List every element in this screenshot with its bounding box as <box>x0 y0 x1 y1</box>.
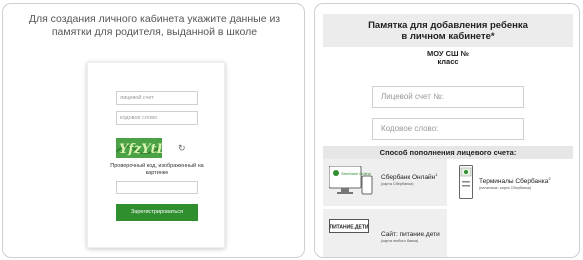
payment-methods: Sberbank Online Сбербанк Онлайн1 (карта … <box>323 159 573 257</box>
memo-title: Памятка для добавления ребенка в личном … <box>323 14 573 47</box>
payment-method-terminals: Терминалы Сбербанка2 (наличные, карта Сб… <box>449 159 573 206</box>
captcha-note: Проверочный код, изображенный на картинк… <box>110 163 204 176</box>
sberbank-online-icon: Sberbank Online <box>328 165 373 205</box>
school-info: МОУ СШ № класс <box>426 49 470 66</box>
terminal-icon <box>459 165 473 204</box>
method-label: Терминалы Сбербанка2 (наличные, карта Сб… <box>479 176 551 190</box>
code-word-input[interactable]: кодовое слово <box>116 111 198 125</box>
memo-code-field: Кодовое слово: <box>372 118 524 140</box>
account-input[interactable]: лицевой счет <box>116 91 198 105</box>
memo-account-field: Лицевой счет №: <box>372 86 524 108</box>
captcha-text: YfzYtB <box>119 142 162 157</box>
instruction-text: Для создания личного кабинета укажите да… <box>28 13 281 38</box>
payment-method-pitanie-deti: ПИТАНИЕ.ДЕТИ Сайт: питание.дети (карта л… <box>323 209 447 257</box>
pitanie-deti-logo-icon: ПИТАНИЕ.ДЕТИ <box>329 219 369 238</box>
payment-title: Способ пополнения лицевого счета: <box>323 146 573 159</box>
registration-panel: Для создания личного кабинета укажите да… <box>2 3 305 258</box>
refresh-icon[interactable]: ↻ <box>178 143 186 153</box>
register-button[interactable]: Зарегистрироваться <box>116 204 198 221</box>
captcha-input[interactable] <box>116 181 198 194</box>
memo-panel: Памятка для добавления ребенка в личном … <box>314 3 580 258</box>
method-label: Сбербанк Онлайн1 (карта Сбербанка) <box>381 172 438 186</box>
svg-text:Sberbank Online: Sberbank Online <box>341 171 372 176</box>
payment-method-sberbank-online: Sberbank Online Сбербанк Онлайн1 (карта … <box>323 159 447 206</box>
svg-text:ПИТАНИЕ.ДЕТИ: ПИТАНИЕ.ДЕТИ <box>329 225 368 231</box>
registration-form: лицевой счет кодовое слово YfzYtB ↻ Пров… <box>87 62 225 248</box>
method-label: Сайт: питание.дети (карта любого банка) <box>381 231 440 243</box>
captcha-image: YfzYtB <box>116 138 162 158</box>
